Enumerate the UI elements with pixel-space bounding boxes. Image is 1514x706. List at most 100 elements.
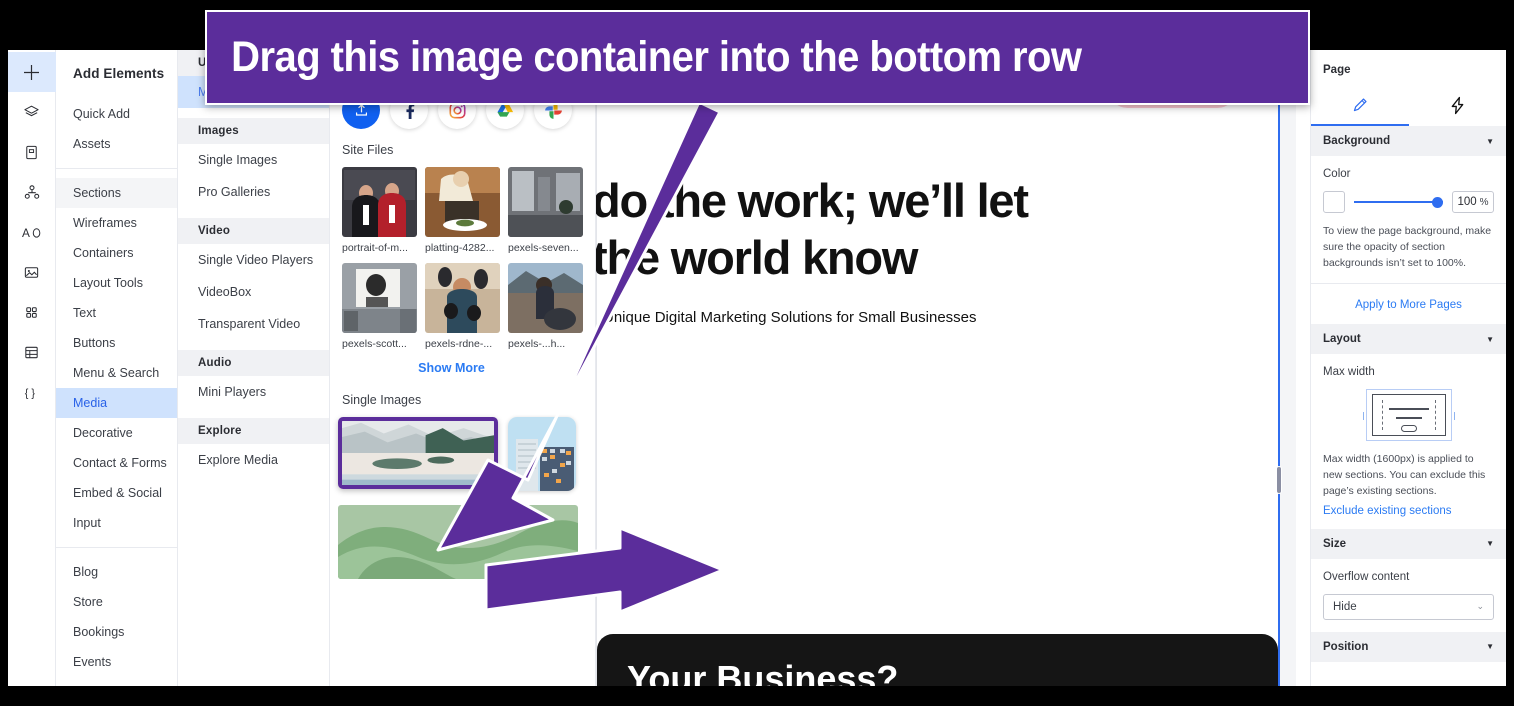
category-item-pro-galleries[interactable]: Pro Galleries [178,176,329,208]
thumbnail-image [425,167,500,237]
svg-text:A: A [22,226,30,240]
site-files-label: Site Files [342,143,394,157]
settings-panel-title: Page [1323,64,1351,76]
headline-line-2: the world know [596,231,918,285]
chevron-down-icon: ⌄ [1476,601,1484,611]
sidebar-item-community[interactable]: Community [56,677,177,686]
sidebar-item-blog[interactable]: Blog [56,557,177,587]
cms-icon[interactable] [8,332,56,372]
sidebar-item-wireframes[interactable]: Wireframes [56,208,177,238]
pages-icon[interactable] [8,132,56,172]
sidebar-item-text[interactable]: Text [56,298,177,328]
media-thumbnail[interactable]: pexels-...h... [508,263,583,350]
category-item-transparent-video[interactable]: Transparent Video [178,308,329,340]
media-thumbnail[interactable]: portrait-of-m... [342,167,417,254]
media-thumbnail[interactable]: pexels-seven... [508,167,583,254]
layers-icon[interactable] [8,92,56,132]
apply-to-more-pages-row: Apply to More Pages [1311,284,1506,324]
media-thumbnail[interactable]: pexels-scott... [342,263,417,350]
media-thumbnail[interactable]: pexels-rdne-... [425,263,500,350]
dark-section-heading: Your Business? [627,658,899,686]
sidebar-item-media[interactable]: Media [56,388,177,418]
thumbnail-caption: platting-4282... [425,242,495,254]
lightning-icon [1451,96,1464,114]
sidebar-item-store[interactable]: Store [56,587,177,617]
sidebar-item-layout-tools[interactable]: Layout Tools [56,268,177,298]
single-image-wide-thumbnail[interactable] [338,505,578,579]
thumbnail-caption: pexels-...h... [508,338,566,350]
dev-mode-icon[interactable]: { } [8,372,56,412]
theme-manager-icon[interactable]: A [8,212,56,252]
sidebar-item-contact-forms[interactable]: Contact & Forms [56,448,177,478]
media-manager-icon[interactable] [8,252,56,292]
size-header-label: Size [1323,537,1347,550]
layout-header-label: Layout [1323,333,1361,346]
position-section-header[interactable]: Position ▼ [1311,631,1506,662]
background-header-label: Background [1323,135,1391,147]
layout-note: Max width (1600px) is applied to new sec… [1323,453,1486,497]
category-item-explore-media[interactable]: Explore Media [178,444,329,476]
size-section-header[interactable]: Size ▼ [1311,528,1506,559]
background-section-body: Color 100 % To view the page background,… [1311,156,1506,283]
opacity-slider[interactable] [1354,193,1443,211]
thumbnail-image [342,167,417,237]
color-swatch[interactable] [1323,191,1345,213]
sidebar-item-buttons[interactable]: Buttons [56,328,177,358]
category-header-images: Images [178,118,329,144]
overflow-content-label: Overflow content [1323,570,1410,583]
sidebar-item-quick-add[interactable]: Quick Add [56,99,177,129]
settings-tabs [1311,84,1506,126]
single-image-thumbnail[interactable] [508,417,576,491]
category-item-mini-players[interactable]: Mini Players [178,376,329,408]
category-header-audio: Audio [178,350,329,376]
sidebar-item-decorative[interactable]: Decorative [56,418,177,448]
media-thumbnail[interactable]: platting-4282... [425,167,500,254]
thumbnail-caption: pexels-rdne-... [425,338,493,350]
chevron-down-icon: ▼ [1486,334,1494,344]
category-item-single-video-players[interactable]: Single Video Players [178,244,329,276]
image-container-element[interactable] [338,417,498,489]
design-tab[interactable] [1311,96,1409,115]
site-structure-icon[interactable] [8,172,56,212]
opacity-input[interactable]: 100 % [1452,191,1494,213]
editor-shell: A { } Add Elements Quick Add Assets Sect… [8,50,1506,686]
headline-line-1: do the work; we’ll let [596,174,1029,227]
chevron-down-icon: ▼ [1486,539,1494,548]
color-opacity-row: 100 % [1323,191,1494,213]
exclude-existing-sections-link[interactable]: Exclude existing sections [1323,505,1494,517]
svg-text:{ }: { } [24,387,35,399]
apply-to-more-pages-link[interactable]: Apply to More Pages [1355,299,1462,311]
sidebar-item-assets[interactable]: Assets [56,129,177,159]
sidebar-item-bookings[interactable]: Bookings [56,617,177,647]
category-header-explore: Explore [178,418,329,444]
sidebar-item-sections[interactable]: Sections [56,178,177,208]
canvas-resize-handle[interactable] [1276,466,1282,494]
slider-knob[interactable] [1432,197,1443,208]
category-item-videobox[interactable]: VideoBox [178,276,329,308]
layout-section-header[interactable]: Layout ▼ [1311,324,1506,355]
category-item-single-images[interactable]: Single Images [178,144,329,176]
sidebar-item-events[interactable]: Events [56,647,177,677]
sidebar-item-menu-search[interactable]: Menu & Search [56,358,177,388]
annotation-banner: Drag this image container into the botto… [205,10,1310,105]
category-header-video: Video [178,218,329,244]
annotation-banner-text: Drag this image container into the botto… [231,33,1082,81]
interactions-tab[interactable] [1409,96,1507,115]
sidebar-item-embed-social[interactable]: Embed & Social [56,478,177,508]
overflow-content-select[interactable]: Hide ⌄ [1323,593,1494,620]
show-more-button[interactable]: Show More [330,350,573,375]
list-divider [56,547,177,548]
size-section-body: Overflow content Hide ⌄ [1311,559,1506,632]
active-tab-indicator [1311,124,1409,126]
apps-icon[interactable] [8,292,56,332]
canvas-area: Home Contact Us do the work; we’ll let t… [596,50,1296,686]
sidebar-item-input[interactable]: Input [56,508,177,538]
background-section-header[interactable]: Background ▼ [1311,126,1506,156]
add-elements-icon[interactable] [8,52,56,92]
page-settings-panel: Page Background ▼ Color 100 % To view th… [1310,50,1506,686]
sidebar-item-containers[interactable]: Containers [56,238,177,268]
